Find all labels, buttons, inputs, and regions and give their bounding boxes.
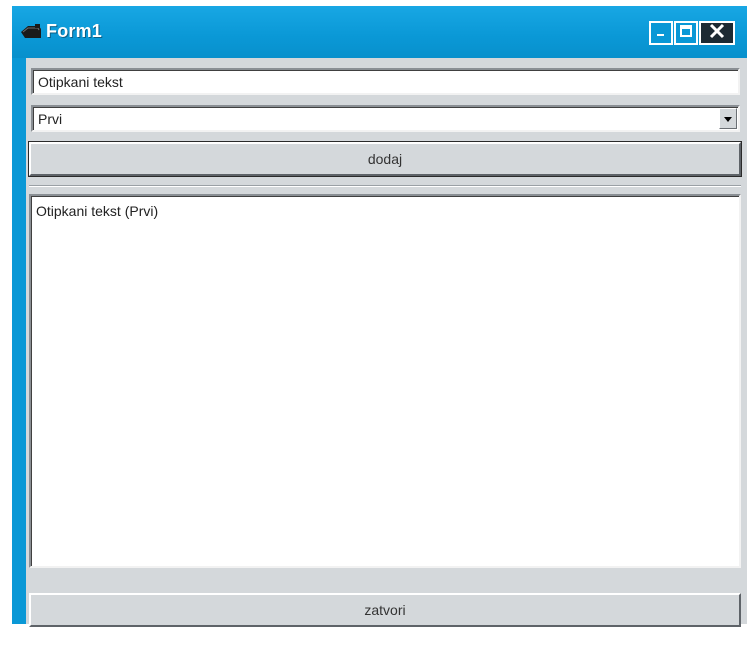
maximize-icon <box>679 24 693 43</box>
close-icon <box>707 22 727 45</box>
minimize-icon <box>654 24 668 43</box>
combo-dropdown-button[interactable] <box>719 108 737 129</box>
close-window-button[interactable] <box>699 21 735 45</box>
app-icon[interactable] <box>19 23 43 41</box>
text-input[interactable]: Otipkani tekst <box>31 68 740 95</box>
combo-box[interactable]: Prvi <box>31 105 740 132</box>
combo-selected-value: Prvi <box>38 111 63 127</box>
form1-window: Form1 Otipkani tekst Prvi dodaj Otipkani… <box>12 6 747 627</box>
chevron-down-icon <box>723 110 733 128</box>
title-bar[interactable]: Form1 <box>12 6 747 58</box>
close-button[interactable]: zatvori <box>29 593 741 627</box>
add-button[interactable]: dodaj <box>28 141 742 177</box>
maximize-button[interactable] <box>674 21 698 45</box>
form-client-area: Otipkani tekst Prvi dodaj Otipkani tekst… <box>26 58 747 627</box>
separator <box>29 185 741 187</box>
list-box[interactable]: Otipkani tekst (Prvi) <box>29 194 741 568</box>
window-title: Form1 <box>46 21 103 41</box>
minimize-button[interactable] <box>649 21 673 45</box>
list-item[interactable]: Otipkani tekst (Prvi) <box>36 202 734 220</box>
